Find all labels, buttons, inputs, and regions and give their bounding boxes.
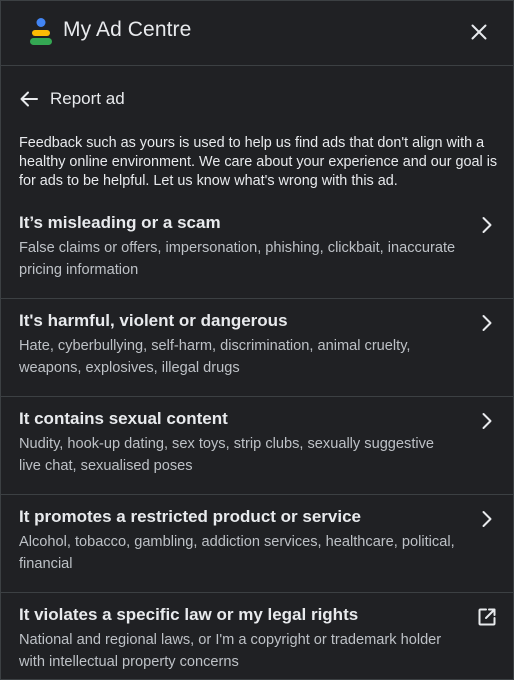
option-misleading-or-scam[interactable]: It’s misleading or a scam False claims o…	[1, 201, 513, 298]
chevron-right-icon	[482, 511, 492, 527]
option-description: Hate, cyberbullying, self-harm, discrimi…	[19, 338, 411, 376]
open-in-new-icon	[478, 608, 496, 626]
subheader: Report ad	[1, 67, 513, 127]
option-title: It's harmful, violent or dangerous	[19, 311, 288, 330]
chevron-right-icon	[482, 413, 492, 429]
option-title: It promotes a restricted product or serv…	[19, 507, 361, 526]
report-options-list: It’s misleading or a scam False claims o…	[1, 201, 513, 679]
option-restricted-product[interactable]: It promotes a restricted product or serv…	[1, 494, 513, 592]
close-button[interactable]	[463, 16, 495, 48]
my-ad-centre-logo	[30, 18, 52, 45]
option-sexual-content[interactable]: It contains sexual content Nudity, hook-…	[1, 396, 513, 494]
close-icon	[471, 24, 487, 40]
option-harmful-violent-dangerous[interactable]: It's harmful, violent or dangerous Hate,…	[1, 298, 513, 396]
option-description: Alcohol, tobacco, gambling, addiction se…	[19, 534, 455, 572]
option-title: It violates a specific law or my legal r…	[19, 605, 359, 624]
option-title: It contains sexual content	[19, 409, 228, 428]
option-description: Nudity, hook-up dating, sex toys, strip …	[19, 436, 435, 474]
option-description: National and regional laws, or I'm a cop…	[19, 632, 442, 670]
chevron-right-icon	[482, 315, 492, 331]
back-button[interactable]	[15, 85, 43, 113]
report-ad-panel: My Ad Centre Report ad Feedback such as …	[0, 0, 514, 680]
back-arrow-icon	[20, 91, 38, 107]
option-title: It’s misleading or a scam	[19, 213, 221, 232]
page-title: Report ad	[50, 89, 125, 108]
intro-text: Feedback such as yours is used to help u…	[19, 135, 498, 189]
option-description: False claims or offers, impersonation, p…	[19, 240, 456, 278]
app-title: My Ad Centre	[63, 18, 192, 41]
panel-header: My Ad Centre	[1, 1, 513, 66]
option-violates-law[interactable]: It violates a specific law or my legal r…	[1, 592, 513, 679]
chevron-right-icon	[482, 217, 492, 233]
